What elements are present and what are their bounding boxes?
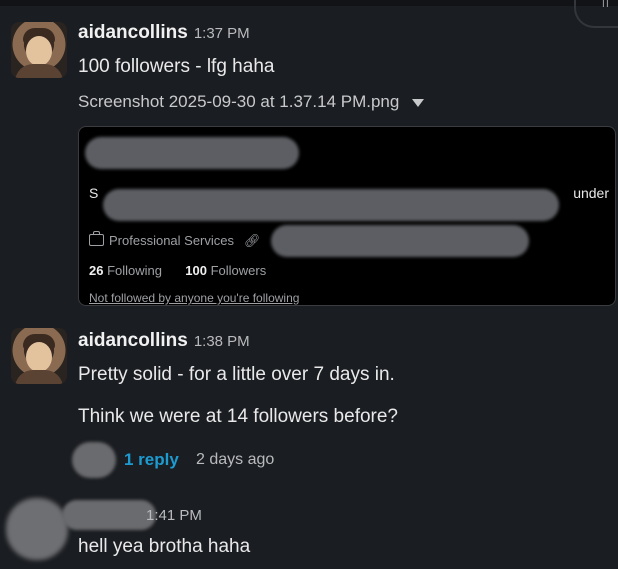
bio-fragment-start: S xyxy=(89,185,99,201)
redacted-name-blur xyxy=(85,137,299,169)
profile-category: Professional Services 🔗︎ xyxy=(89,231,261,249)
avatar-shirt xyxy=(15,370,63,384)
message-time[interactable]: 1:37 PM xyxy=(194,25,250,42)
avatar-face xyxy=(26,36,52,66)
avatar-face xyxy=(26,342,52,372)
message-time[interactable]: 1:38 PM xyxy=(194,333,250,350)
bio-fragment-end: under xyxy=(573,185,609,201)
message-text: hell yea brotha haha xyxy=(78,536,251,557)
briefcase-icon xyxy=(89,231,104,246)
reply-avatar-blur xyxy=(72,442,116,478)
attachment-image[interactable]: S under Professional Services 🔗︎ 26 Follo… xyxy=(78,126,616,306)
last-reply-time: 2 days ago xyxy=(196,451,275,468)
following-count: 26 xyxy=(89,263,104,278)
avatar[interactable] xyxy=(11,328,67,384)
chat-view: II aidancollins 1:37 PM 100 followers - l… xyxy=(0,0,618,569)
caret-down-icon[interactable] xyxy=(412,98,425,107)
category-label: Professional Services xyxy=(109,233,234,248)
top-corner-control[interactable]: II xyxy=(574,0,618,28)
redacted-author-blur xyxy=(62,500,156,530)
message-text-2: Think we were at 14 followers before? xyxy=(78,406,398,427)
reply-count-link[interactable]: 1 reply xyxy=(124,450,179,470)
message-author[interactable]: aidancollins 1:37 PM xyxy=(78,22,250,44)
redacted-bio-blur xyxy=(103,189,559,221)
follow-stats: 26 Following 100 Followers xyxy=(89,263,266,278)
message-author[interactable]: aidancollins 1:38 PM xyxy=(78,330,250,352)
message-text: 100 followers - lfg haha xyxy=(78,56,275,77)
following-label: Following xyxy=(107,263,163,278)
not-followed-note: Not followed by anyone you're following xyxy=(89,291,300,305)
message-text: Pretty solid - for a little over 7 days … xyxy=(78,364,395,385)
redacted-link-blur xyxy=(271,225,529,257)
message-time[interactable]: 1:41 PM xyxy=(146,507,202,524)
author-name[interactable]: aidancollins xyxy=(78,22,188,43)
avatar[interactable] xyxy=(11,22,67,78)
author-name[interactable]: aidancollins xyxy=(78,330,188,351)
corner-label: II xyxy=(601,0,610,10)
followers-label: Followers xyxy=(210,263,267,278)
avatar-blurred[interactable] xyxy=(6,498,68,560)
followers-count: 100 xyxy=(185,263,207,278)
avatar-shirt xyxy=(15,64,63,78)
attachment-header[interactable]: Screenshot 2025-09-30 at 1.37.14 PM.png xyxy=(78,92,425,112)
top-edge xyxy=(0,0,618,6)
attachment-filename[interactable]: Screenshot 2025-09-30 at 1.37.14 PM.png xyxy=(78,92,399,111)
link-icon: 🔗︎ xyxy=(244,233,261,248)
